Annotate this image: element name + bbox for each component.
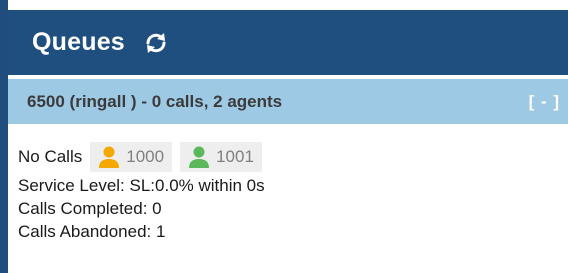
panel-left-border <box>0 0 8 273</box>
calls-completed: Calls Completed: 0 <box>18 199 162 218</box>
collapse-button[interactable]: [ - ] <box>529 92 560 112</box>
queues-panel: Queues 6500 (ringall ) - 0 calls, 2 agen… <box>0 0 568 273</box>
agent-1001[interactable]: 1001 <box>180 142 262 172</box>
queue-status-row: No Calls 1000 1001 <box>18 140 265 174</box>
queue-status-text: No Calls <box>18 147 83 166</box>
queue-summary: 6500 (ringall ) - 0 calls, 2 agents <box>27 91 283 111</box>
agent-1000[interactable]: 1000 <box>90 142 173 172</box>
queues-header: Queues <box>8 10 568 75</box>
agent-number: 1001 <box>216 147 254 166</box>
agent-icon <box>189 146 210 168</box>
panel-title: Queues <box>32 28 125 56</box>
queue-details: No Calls 1000 1001 Service Level: SL:0.0… <box>18 140 265 243</box>
calls-abandoned: Calls Abandoned: 1 <box>18 222 166 241</box>
agent-number: 1000 <box>126 147 165 166</box>
agent-icon <box>99 146 120 168</box>
refresh-icon[interactable] <box>143 30 169 56</box>
queue-summary-bar[interactable]: 6500 (ringall ) - 0 calls, 2 agents [ - … <box>8 79 568 124</box>
service-level: Service Level: SL:0.0% within 0s <box>18 176 265 195</box>
